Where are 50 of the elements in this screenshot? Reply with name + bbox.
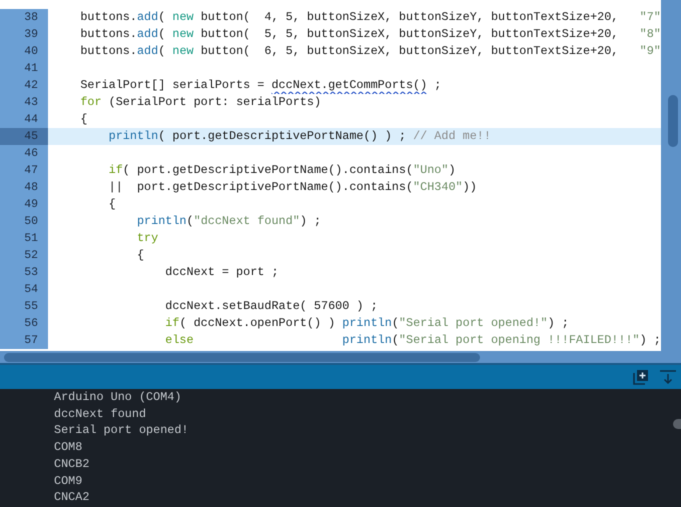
code-line: || port.getDescriptivePortName().contains("CH340")) [108, 178, 477, 196]
line-number: 39 [0, 26, 48, 43]
copy-add-icon[interactable] [633, 369, 649, 385]
line-number: 38 [0, 8, 48, 26]
line-number: 47 [0, 162, 48, 179]
line-number: 54 [0, 281, 48, 298]
console-output-line: COM9 [54, 472, 82, 490]
code-line: for (SerialPort port: serialPorts) [79, 94, 322, 111]
line-number: 56 [0, 315, 48, 332]
code-line: println( port.getDescriptivePortName() ) ; // Add me!! [108, 128, 491, 145]
scrollbar-thumb[interactable] [4, 353, 480, 362]
code-line: { [136, 247, 144, 264]
scrollbar-thumb[interactable] [673, 419, 681, 429]
line-number: 44 [0, 110, 48, 128]
scrollbar-thumb[interactable] [668, 95, 678, 147]
code-line: else println("Serial port opening !!!FAILED!!!") ; [164, 332, 661, 350]
line-number: 46 [0, 144, 48, 162]
code-line: dccNext = port ; [164, 264, 279, 282]
line-number: 53 [0, 264, 48, 282]
code-line: println("dccNext found") ; [136, 213, 322, 230]
horizontal-scrollbar[interactable] [0, 351, 681, 363]
code-line: if( dccNext.openPort() ) println("Serial port opened!") ; [164, 315, 569, 332]
line-number: 41 [0, 60, 48, 77]
code-line: buttons.add( new button( 5, 5, buttonSizeX, buttonSizeY, buttonTextSize+20, "8" [79, 26, 661, 43]
code-line: buttons.add( new button( 6, 5, buttonSizeX, buttonSizeY, buttonTextSize+20, "9" [79, 42, 661, 60]
line-number: 42 [0, 76, 48, 94]
code-line: { [79, 110, 88, 128]
code-line: SerialPort[] serialPorts = dccNext.getCommPorts() ; [79, 76, 442, 94]
line-number: 40 [0, 42, 48, 60]
scroll-down-icon[interactable] [659, 369, 677, 385]
console-output-line: COM8 [54, 439, 82, 456]
console-output-line: dccNext found [54, 406, 146, 422]
line-number: 52 [0, 247, 48, 264]
console-output-line: Arduino Uno (COM4) [54, 389, 182, 406]
code-line: dccNext.setBaudRate( 57600 ) ; [164, 298, 378, 316]
code-line: if( port.getDescriptivePortName().contains("Uno") [108, 162, 456, 179]
line-number: 45 [0, 128, 48, 145]
code-line: { [108, 196, 116, 214]
line-number: 55 [0, 298, 48, 316]
console-output-line: CNCB2 [54, 456, 90, 473]
console-output-line: Serial port opened! [54, 422, 189, 440]
line-number: 50 [0, 213, 48, 230]
console-output-line: CNCA2 [54, 489, 90, 506]
line-number: 48 [0, 178, 48, 196]
line-number: 49 [0, 196, 48, 214]
line-number: 57 [0, 332, 48, 350]
code-line: try [136, 230, 158, 248]
line-number: 43 [0, 94, 48, 111]
code-line: buttons.add( new button( 4, 5, buttonSizeX, buttonSizeY, buttonTextSize+20, "7" [79, 8, 661, 26]
line-number: 51 [0, 230, 48, 248]
